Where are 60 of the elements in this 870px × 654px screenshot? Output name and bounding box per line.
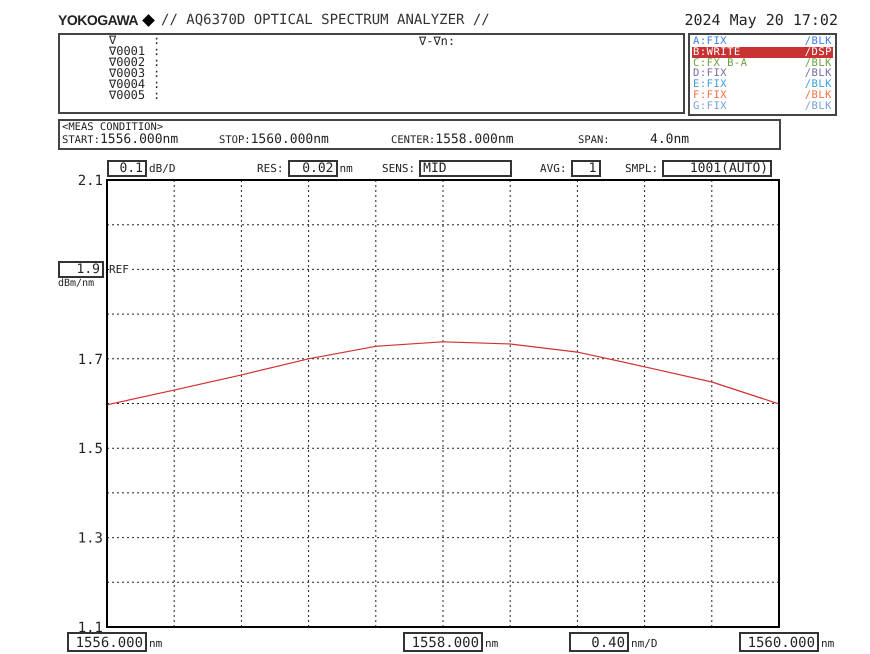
trace-item[interactable]: F:FIX /BLK — [692, 90, 833, 101]
meas-condition-title: <MEAS CONDITION> — [62, 122, 164, 133]
marker-colon: : — [153, 35, 160, 46]
setting-value-field[interactable]: 1 — [570, 160, 600, 176]
setting-label: SMPL: — [625, 162, 658, 174]
scale-per-division-field: 0.40 — [569, 632, 629, 652]
marker-label: ∇0002 — [109, 57, 146, 68]
trace-item[interactable]: B:WRITE /DSP — [692, 46, 833, 58]
field-label: SPAN: — [578, 133, 611, 147]
marker-label: ∇0003 — [109, 68, 146, 79]
unit-label: dB/D — [149, 162, 176, 174]
date-time: 2024 May 20 17:02 — [684, 11, 838, 29]
field-value: 1558.000nm — [435, 132, 514, 147]
unit-label: nm/D — [631, 637, 658, 650]
field-label: CENTER: — [391, 134, 436, 146]
delta-marker-label: ∇-∇n: — [419, 35, 456, 50]
trace-item[interactable]: G:FIX /BLK — [692, 100, 833, 112]
field-value: 1560.000nm — [250, 132, 329, 147]
setting-value-field[interactable]: MID — [419, 160, 512, 176]
reference-unit: dBm/nm — [58, 278, 96, 290]
setting-value-field[interactable]: 0.1 — [107, 160, 147, 176]
x-tick-label: 1560.000 — [748, 635, 815, 651]
marker-colon: : — [153, 68, 160, 79]
trace-item[interactable]: D:FIX /BLK — [692, 68, 833, 80]
setting-label: AVG: — [540, 162, 566, 174]
trace-item[interactable]: E:FIX /BLK — [692, 79, 833, 90]
marker-label: ∇ — [109, 35, 116, 46]
unit-label: nm — [340, 162, 353, 174]
axis-tick-label: 1.7 — [78, 352, 103, 368]
window-title: // AQ6370D OPTICAL SPECTRUM ANALYZER // — [161, 12, 490, 28]
marker-label: ∇0001 — [109, 46, 146, 57]
unit-label: nm — [149, 637, 162, 650]
x-tick-label: 1556.000 — [76, 635, 143, 651]
field-label: START: — [62, 134, 100, 146]
field-value: 4.0nm — [650, 132, 690, 147]
axis-tick-label: 2.1 — [78, 173, 103, 189]
unit-label: nm — [485, 637, 498, 650]
marker-label: ∇0004 — [109, 79, 146, 90]
wavelength-field: 1560.000 — [739, 632, 819, 652]
trace-item[interactable]: A:FIX /BLK — [692, 36, 833, 47]
unit-label: nm — [821, 637, 834, 650]
field-label: STOP: — [219, 134, 251, 146]
wavelength-field: 1556.000 — [67, 632, 147, 652]
axis-tick-label: 1.3 — [78, 530, 103, 547]
reference-level-field[interactable]: 1.9 — [58, 261, 104, 278]
field-value: 1556.000nm — [100, 132, 178, 147]
marker-colon: : — [153, 46, 160, 57]
trace-item[interactable]: C:FX B-A /BLK — [692, 58, 833, 68]
brand-logo-text: YOKOGAWA — [58, 12, 138, 28]
marker-colon: : — [153, 57, 160, 68]
x-tick-label: 1558.000 — [412, 635, 479, 651]
setting-value-field[interactable]: 1001(AUTO) — [662, 160, 772, 176]
axis-tick-label: 1.5 — [78, 441, 103, 458]
setting-label: SENS: — [382, 162, 416, 174]
setting-value-field[interactable]: 0.02 — [288, 160, 338, 176]
setting-label: RES: — [257, 162, 284, 174]
marker-label: ∇0005 — [109, 90, 146, 101]
marker-colon: : — [153, 90, 160, 101]
marker-colon: : — [153, 79, 160, 90]
wavelength-field: 1558.000 — [403, 632, 483, 652]
